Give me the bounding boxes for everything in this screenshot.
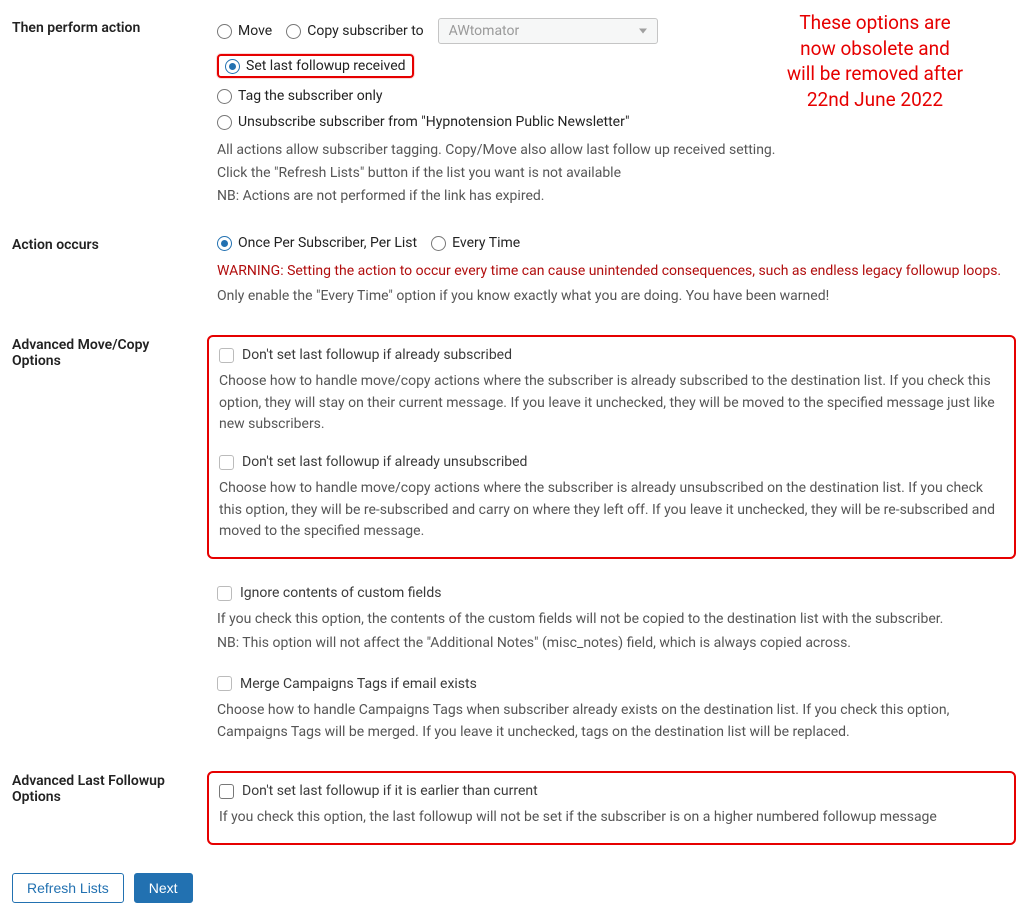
action-help-1: All actions allow subscriber tagging. Co… (217, 140, 1010, 161)
c1-help: Choose how to handle move/copy actions w… (219, 371, 1004, 436)
occurs-note: Only enable the "Every Time" option if y… (217, 286, 1010, 307)
destination-list-value: AWtomator (449, 23, 520, 39)
action-help-2: Click the "Refresh Lists" button if the … (217, 163, 1010, 184)
radio-move-label: Move (238, 23, 272, 39)
destination-list-select[interactable]: AWtomator (438, 18, 658, 44)
checkbox-no-followup-subscribed-label: Don't set last followup if already subsc… (242, 347, 512, 363)
adv-move-label-l2: Options (12, 353, 61, 369)
radio-tag-only-label: Tag the subscriber only (238, 88, 382, 104)
radio-copy-label: Copy subscriber to (307, 23, 423, 39)
radio-every[interactable] (431, 236, 446, 251)
radio-unsubscribe[interactable] (217, 115, 232, 130)
checkbox-merge-tags[interactable] (217, 676, 232, 691)
radio-set-followup[interactable] (225, 59, 240, 74)
obsolete-annotation: These options are now obsolete and will … (750, 10, 1000, 113)
c3-help1: If you check this option, the contents o… (217, 609, 1010, 631)
occurs-section-label: Action occurs (12, 235, 217, 307)
adv-follow-section-label: Advanced Last Followup Options (12, 771, 217, 845)
occurs-warning: WARNING: Setting the action to occur eve… (217, 261, 1010, 282)
radio-move[interactable] (217, 24, 232, 39)
radio-once[interactable] (217, 236, 232, 251)
checkbox-ignore-custom-fields[interactable] (217, 586, 232, 601)
radio-copy[interactable] (286, 24, 301, 39)
adv-follow-label-l2: Options (12, 789, 61, 805)
highlight-adv-follow: Don't set last followup if it is earlier… (207, 771, 1016, 845)
adv-move-section-label: Advanced Move/Copy Options (12, 335, 217, 743)
refresh-lists-button[interactable]: Refresh Lists (12, 873, 124, 903)
radio-tag-only[interactable] (217, 89, 232, 104)
adv-follow-help: If you check this option, the last follo… (219, 807, 1004, 829)
annot-line: will be removed after (787, 62, 963, 85)
c4-help: Choose how to handle Campaigns Tags when… (217, 700, 1010, 743)
highlight-set-followup: Set last followup received (217, 54, 414, 78)
adv-move-label-l1: Advanced Move/Copy (12, 337, 149, 353)
checkbox-no-followup-subscribed[interactable] (219, 348, 234, 363)
next-button[interactable]: Next (134, 873, 193, 903)
action-help-3: NB: Actions are not performed if the lin… (217, 186, 1010, 207)
checkbox-earlier-than-current-label: Don't set last followup if it is earlier… (242, 783, 538, 799)
checkbox-merge-tags-label: Merge Campaigns Tags if email exists (240, 676, 477, 692)
annot-line: now obsolete and (800, 37, 950, 60)
annot-line: These options are (799, 11, 950, 34)
adv-follow-label-l1: Advanced Last Followup (12, 773, 165, 789)
checkbox-ignore-custom-fields-label: Ignore contents of custom fields (240, 585, 441, 601)
radio-set-followup-label: Set last followup received (246, 58, 406, 74)
c2-help: Choose how to handle move/copy actions w… (219, 478, 1004, 543)
highlight-adv-move: Don't set last followup if already subsc… (207, 335, 1016, 559)
checkbox-no-followup-unsubscribed-label: Don't set last followup if already unsub… (242, 454, 527, 470)
action-section-label: Then perform action (12, 18, 217, 207)
radio-once-label: Once Per Subscriber, Per List (238, 235, 417, 251)
radio-every-label: Every Time (452, 235, 520, 251)
annot-line: 22nd June 2022 (807, 88, 943, 111)
c3-help2: NB: This option will not affect the "Add… (217, 633, 1010, 654)
checkbox-earlier-than-current[interactable] (219, 784, 234, 799)
radio-unsubscribe-label: Unsubscribe subscriber from "Hypnotensio… (238, 114, 629, 130)
checkbox-no-followup-unsubscribed[interactable] (219, 455, 234, 470)
